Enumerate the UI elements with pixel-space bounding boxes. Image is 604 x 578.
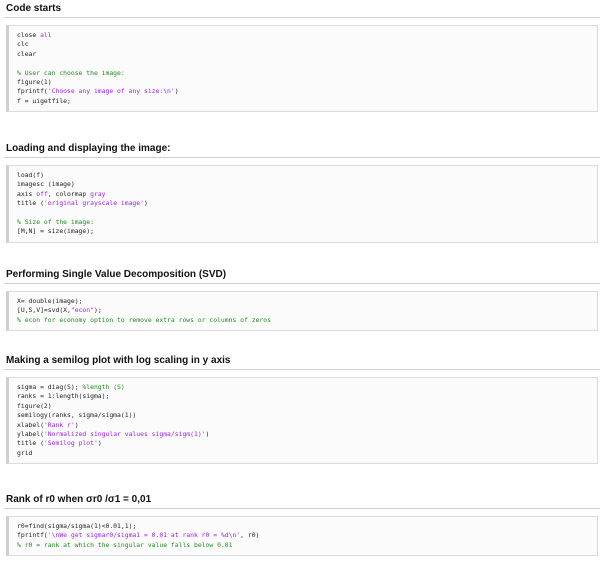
code-text: title ( xyxy=(17,439,44,448)
section-heading: Making a semilog plot with log scaling i… xyxy=(4,355,600,370)
code-comment: % econ for economy option to remove extr… xyxy=(17,315,271,324)
code-text: grid xyxy=(17,448,33,457)
code-line: [U,S,V]=svd(X,"econ"); xyxy=(17,306,589,315)
code-line: imagesc (image) xyxy=(17,180,589,189)
code-token: 'Normalized singular values sigma/sigm(1… xyxy=(43,429,206,438)
code-block: sigma = diag(S); %length (S) ranks = 1:le… xyxy=(6,377,598,465)
code-line: % Size of the image: xyxy=(17,218,589,227)
code-line: % r0 = rank at which the singular value … xyxy=(17,541,589,550)
code-block: load(f) imagesc (image) axis off, colormap… xyxy=(6,165,598,243)
code-text: clear xyxy=(17,49,37,58)
code-line: X= double(image); xyxy=(17,297,589,306)
code-text: semilogy(ranks, sigma/sigma(1)) xyxy=(17,411,137,420)
code-token: 'Rank r' xyxy=(43,420,75,429)
code-line: f = uigetfile; xyxy=(17,97,589,106)
code-text: ) xyxy=(205,429,210,438)
code-block: X= double(image); [U,S,V]=svd(X,"econ");%… xyxy=(6,291,598,332)
code-line: % econ for economy option to remove extr… xyxy=(17,316,589,325)
code-line: clear xyxy=(17,50,589,59)
code-text: close xyxy=(17,31,41,39)
section-heading: Code starts xyxy=(4,3,600,18)
code-token: 'Semilog plot' xyxy=(43,439,98,448)
code-line: % User can choose the image: xyxy=(17,69,589,78)
code-text: ); xyxy=(93,306,102,315)
code-line: title ('Semilog plot') xyxy=(17,439,589,448)
code-line: ranks = 1:length(sigma); xyxy=(17,392,589,401)
code-text: , r0) xyxy=(240,531,260,540)
code-text: sigma = diag(S); xyxy=(17,383,83,391)
code-text: title ( xyxy=(17,199,44,208)
code-block: r0=find(sigma/sigma(1)<0.01,1); fprintf('… xyxy=(6,516,598,557)
document-page: Code starts close all clc clear% User can … xyxy=(0,0,604,578)
code-line: r0=find(sigma/sigma(1)<0.01,1); xyxy=(17,522,589,531)
code-text: fprintf( xyxy=(17,87,48,96)
code-text: ) xyxy=(97,439,102,448)
code-text: , colormap xyxy=(47,189,91,198)
code-text: X= double(image); xyxy=(17,297,83,305)
code-text: ylabel( xyxy=(17,429,44,438)
code-line: fprintf('\nWe get sigmar0/sigma1 = 0.01 … xyxy=(17,531,589,540)
code-line: ylabel('Normalized singular values sigma… xyxy=(17,430,589,439)
code-line: axis off, colormap gray xyxy=(17,190,589,199)
code-line: grid xyxy=(17,449,589,458)
code-text: imagesc (image) xyxy=(17,180,75,189)
code-comment: % Size of the image: xyxy=(17,217,94,226)
code-text: ) xyxy=(143,199,148,208)
section-rank-r0: Rank of r0 when σr0 /σ1 = 0,01 r0=find(s… xyxy=(4,494,600,557)
code-text: r0=find(sigma/sigma(1)<0.01,1); xyxy=(17,522,137,530)
code-text: ranks = 1:length(sigma); xyxy=(17,392,110,401)
code-text: load(f) xyxy=(17,171,44,179)
code-text: xlabel( xyxy=(17,420,44,429)
code-text: ) xyxy=(74,420,79,429)
code-text: fprintf( xyxy=(17,531,48,540)
section-code-starts: Code starts close all clc clear% User can … xyxy=(4,3,600,113)
section-svd: Performing Single Value Decomposition (S… xyxy=(4,269,600,332)
code-text: figure(1) xyxy=(17,77,52,86)
code-line: semilogy(ranks, sigma/sigma(1)) xyxy=(17,411,589,420)
code-line: fprintf('Choose any image of any size:\n… xyxy=(17,87,589,96)
code-token: all xyxy=(40,31,52,39)
code-line: figure(2) xyxy=(17,402,589,411)
code-token: 'original grayscale image' xyxy=(43,199,144,208)
code-text: ) xyxy=(174,87,179,96)
code-token: '\nWe get sigmar0/sigma1 = 0.01 at rank … xyxy=(47,531,241,540)
section-heading: Rank of r0 when σr0 /σ1 = 0,01 xyxy=(4,494,600,509)
code-text: clc xyxy=(17,40,29,49)
code-line: sigma = diag(S); %length (S) xyxy=(17,383,589,392)
code-text: figure(2) xyxy=(17,401,52,410)
code-line: load(f) xyxy=(17,171,589,180)
code-comment: % r0 = rank at which the singular value … xyxy=(17,540,233,549)
section-heading: Loading and displaying the image: xyxy=(4,143,600,158)
code-token: "econ" xyxy=(70,306,94,315)
code-line: title ('original grayscale image') xyxy=(17,199,589,208)
code-text: [M,N] = size(image); xyxy=(17,227,94,236)
code-text: axis xyxy=(17,189,37,198)
code-line: [M,N] = size(image); xyxy=(17,227,589,236)
code-line: close all xyxy=(17,31,589,40)
code-token: 'Choose any image of any size:\n' xyxy=(47,87,175,96)
code-text: f = uigetfile; xyxy=(17,96,71,105)
code-line: figure(1) xyxy=(17,78,589,87)
section-heading: Performing Single Value Decomposition (S… xyxy=(4,269,600,284)
code-comment: %length (S) xyxy=(82,383,125,391)
code-comment: % User can choose the image: xyxy=(17,68,125,77)
section-loading-image: Loading and displaying the image: load(f… xyxy=(4,143,600,243)
code-token: gray xyxy=(90,189,106,198)
code-line: clc xyxy=(17,40,589,49)
code-line: xlabel('Rank r') xyxy=(17,421,589,430)
code-block: close all clc clear% User can choose the i… xyxy=(6,25,598,113)
section-semilog-plot: Making a semilog plot with log scaling i… xyxy=(4,355,600,465)
code-token: off xyxy=(36,189,48,198)
code-text: [U,S,V]=svd(X, xyxy=(17,306,71,315)
